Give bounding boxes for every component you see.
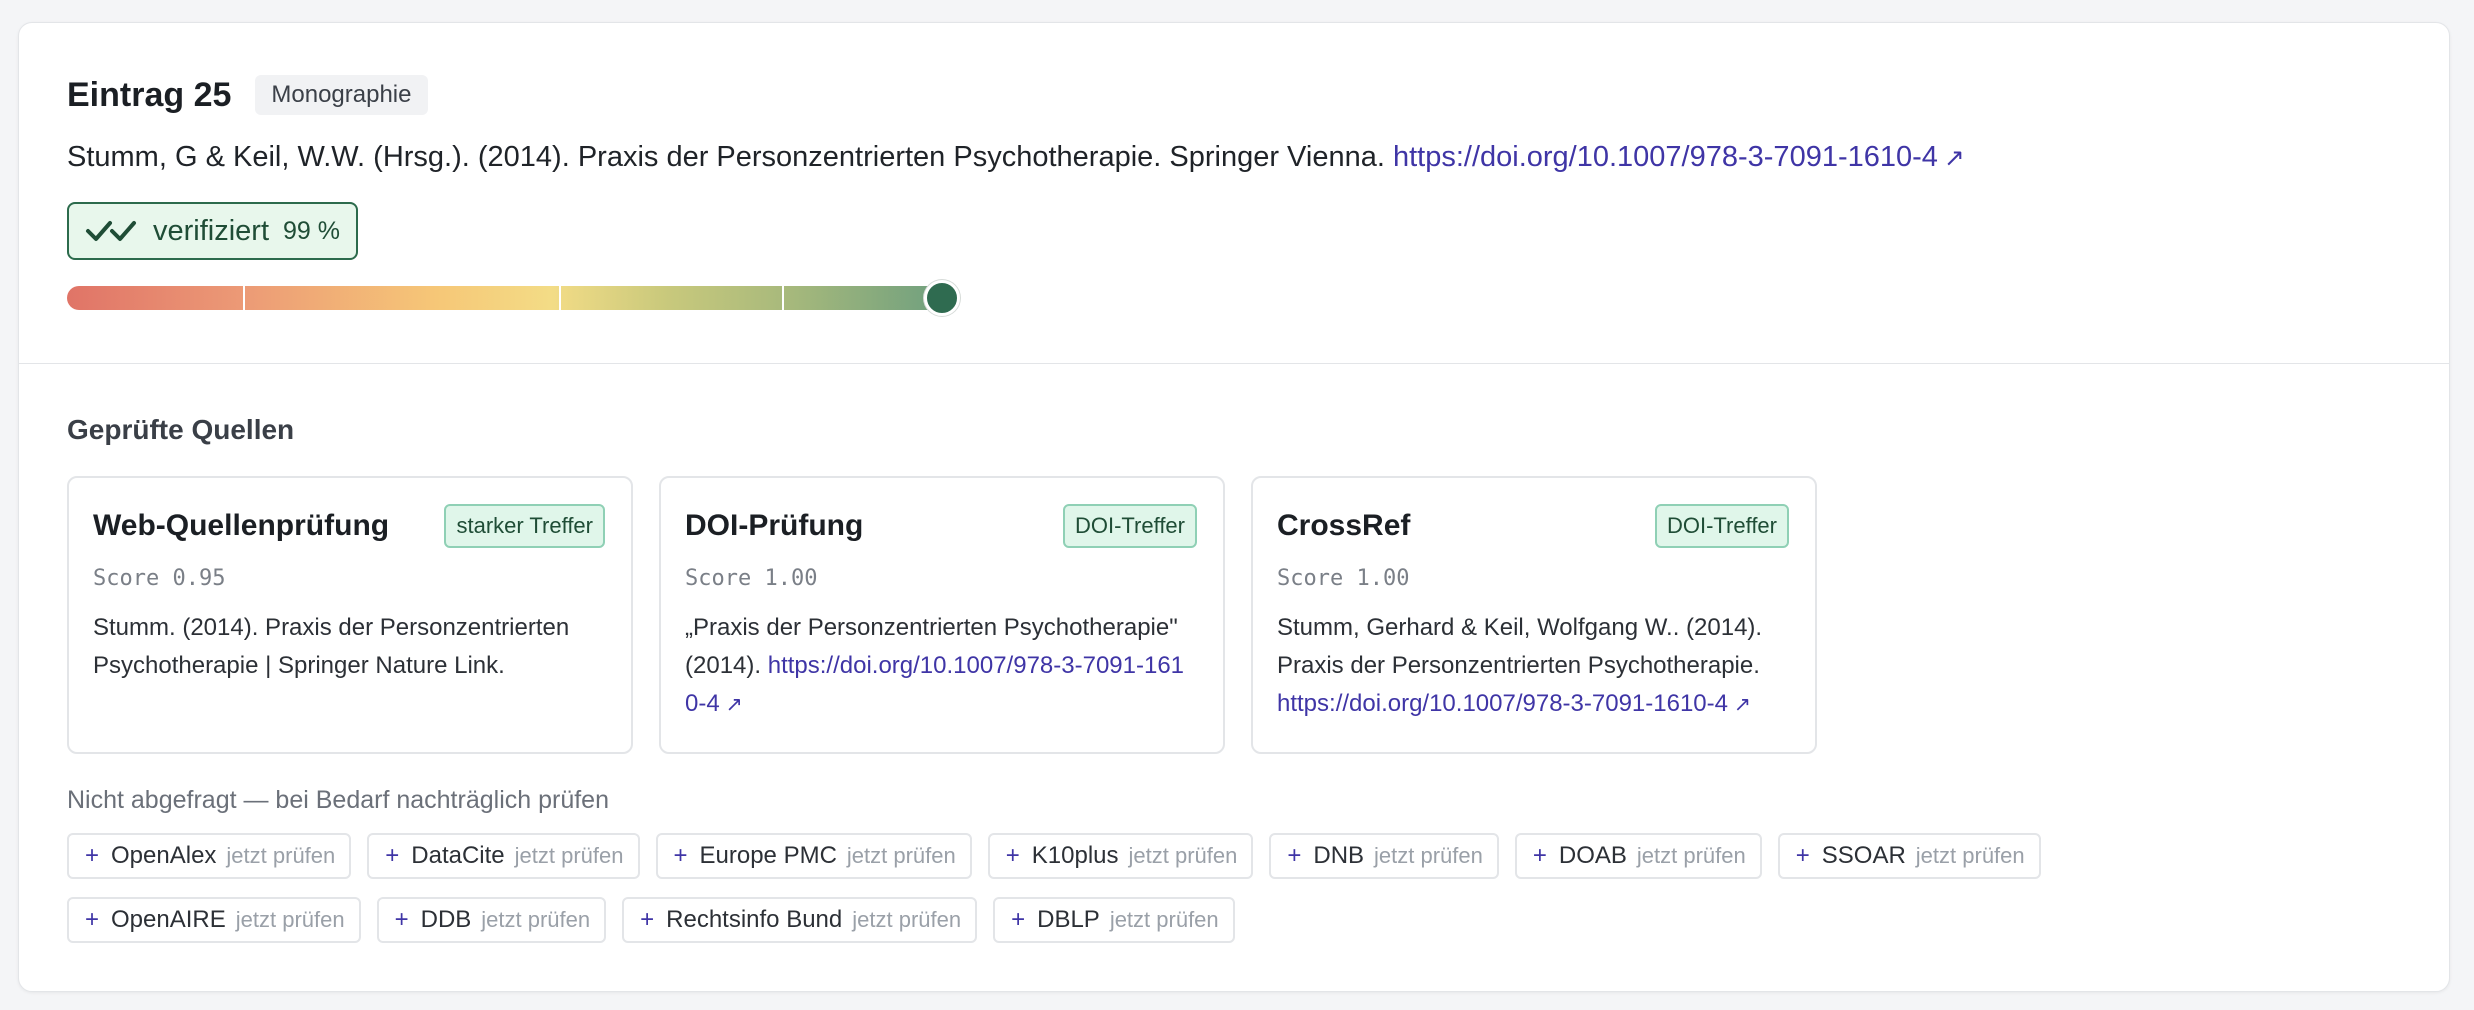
verification-label: verifiziert <box>153 214 270 247</box>
verification-score: 99 % <box>283 216 340 245</box>
arrow-up-right-icon: ↗ <box>725 694 743 716</box>
sources-section-title: Geprüfte Quellen <box>67 414 295 445</box>
chip-action-label: jetzt prüfen <box>481 907 591 932</box>
match-badge: DOI-Treffer <box>1654 504 1789 548</box>
check-source-chip-datacite[interactable]: + DataCite jetzt prüfen <box>367 833 640 879</box>
confidence-bar-divider <box>559 286 561 310</box>
match-badge: DOI-Treffer <box>1062 504 1197 548</box>
source-text: „Praxis der Personzentrierten Psychother… <box>685 609 1197 724</box>
source-doi-link-text: https://doi.org/10.1007/978-3-7091-1610-… <box>1277 690 1728 717</box>
plus-icon: + <box>85 842 100 869</box>
chip-action-label: jetzt prüfen <box>514 843 624 868</box>
chip-source-name: SSOAR <box>1821 842 1906 869</box>
chip-action-label: jetzt prüfen <box>1374 843 1483 868</box>
entry-card: Eintrag 25 Monographie Stumm, G & Keil, … <box>18 22 2450 992</box>
chip-action-label: jetzt prüfen <box>852 907 962 932</box>
source-card-web: Web-Quellenprüfung starker Treffer Score… <box>67 476 633 754</box>
not-queried-chips: + OpenAlex jetzt prüfen + DataCite jetzt prüf… <box>67 833 2167 943</box>
chip-source-name: DDB <box>420 906 472 933</box>
match-badge: starker Treffer <box>444 504 605 548</box>
plus-icon: + <box>394 906 409 933</box>
verification-status-badge: verifiziert 99 % <box>67 202 358 260</box>
chip-action-label: jetzt prüfen <box>1915 843 2025 868</box>
chip-source-name: DBLP <box>1037 906 1100 933</box>
source-card-title: Web-Quellenprüfung <box>93 509 390 542</box>
confidence-bar-track <box>67 286 947 310</box>
chip-action-label: jetzt prüfen <box>1636 843 1746 868</box>
source-text-body: Stumm, Gerhard & Keil, Wolfgang W.. (201… <box>1277 614 1763 679</box>
plus-icon: + <box>85 906 100 933</box>
chip-action-label: jetzt prüfen <box>235 907 345 932</box>
source-text: Stumm. (2014). Praxis der Personzentrier… <box>93 609 605 685</box>
source-text-body: Stumm. (2014). Praxis der Personzentrier… <box>93 614 570 679</box>
check-source-chip-dnb[interactable]: + DNB jetzt prüfen <box>1269 833 1499 879</box>
confidence-bar-knob <box>924 280 961 316</box>
chip-action-label: jetzt prüfen <box>846 843 956 868</box>
entry-header: Eintrag 25 Monographie Stumm, G & Keil, … <box>19 23 2449 363</box>
arrow-up-right-icon: ↗ <box>1943 145 1965 172</box>
source-card-title: DOI-Prüfung <box>685 509 864 542</box>
chip-source-name: OpenAlex <box>111 842 217 869</box>
chip-action-label: jetzt prüfen <box>1128 843 1238 868</box>
chip-action-label: jetzt prüfen <box>226 843 336 868</box>
type-badge: Monographie <box>255 75 428 115</box>
chip-source-name: DNB <box>1313 842 1365 869</box>
check-source-chip-dblp[interactable]: + DBLP jetzt prüfen <box>993 897 1235 943</box>
check-source-chip-doab[interactable]: + DOAB jetzt prüfen <box>1514 833 1762 879</box>
citation: Stumm, G & Keil, W.W. (Hrsg.). (2014). P… <box>67 141 2401 174</box>
check-source-chip-k10plus[interactable]: + K10plus jetzt prüfen <box>987 833 1254 879</box>
plus-icon: + <box>673 842 688 869</box>
sources-area: Geprüfte Quellen Web-Quellenprüfung star… <box>19 364 2449 943</box>
chip-source-name: Rechtsinfo Bund <box>666 906 843 933</box>
source-card-doi: DOI-Prüfung DOI-Treffer Score 1.00 „Prax… <box>659 476 1225 754</box>
chip-source-name: Europe PMC <box>699 842 837 869</box>
source-score: Score 1.00 <box>685 566 818 591</box>
source-score: Score 0.95 <box>93 566 226 591</box>
title-row: Eintrag 25 Monographie <box>67 75 2401 115</box>
citation-doi-link-text: https://doi.org/10.1007/978-3-7091-1610-… <box>1392 141 1938 173</box>
chip-source-name: OpenAIRE <box>111 906 226 933</box>
chip-source-name: K10plus <box>1031 842 1119 869</box>
chip-source-name: DOAB <box>1558 842 1627 869</box>
check-source-chip-openalex[interactable]: + OpenAlex jetzt prüfen <box>67 833 352 879</box>
source-score: Score 1.00 <box>1277 566 1410 591</box>
source-card-header: CrossRef DOI-Treffer <box>1277 504 1789 548</box>
check-source-chip-europe-pmc[interactable]: + Europe PMC jetzt prüfen <box>655 833 972 879</box>
citation-doi-link[interactable]: https://doi.org/10.1007/978-3-7091-1610-… <box>1393 141 1965 173</box>
plus-icon: + <box>1532 842 1547 869</box>
chip-action-label: jetzt prüfen <box>1109 907 1219 932</box>
check-source-chip-rechtsinfo-bund[interactable]: + Rechtsinfo Bund jetzt prüfen <box>622 897 978 943</box>
citation-text: Stumm, G & Keil, W.W. (Hrsg.). (2014). P… <box>67 141 1385 173</box>
source-card-crossref: CrossRef DOI-Treffer Score 1.00 Stumm, G… <box>1251 476 1817 754</box>
confidence-bar <box>67 274 967 316</box>
double-check-icon <box>85 218 139 244</box>
confidence-bar-divider <box>243 286 245 310</box>
entry-title: Eintrag 25 <box>67 75 232 114</box>
plus-icon: + <box>1005 842 1020 869</box>
source-card-title: CrossRef <box>1277 509 1411 542</box>
plus-icon: + <box>385 842 400 869</box>
plus-icon: + <box>1287 842 1302 869</box>
arrow-up-right-icon: ↗ <box>1734 694 1752 716</box>
check-source-chip-ddb[interactable]: + DDB jetzt prüfen <box>376 897 607 943</box>
confidence-bar-divider <box>782 286 784 310</box>
chip-source-name: DataCite <box>411 842 505 869</box>
source-cards: Web-Quellenprüfung starker Treffer Score… <box>67 476 2401 754</box>
check-source-chip-openaire[interactable]: + OpenAIRE jetzt prüfen <box>67 897 361 943</box>
source-card-header: Web-Quellenprüfung starker Treffer <box>93 504 605 548</box>
plus-icon: + <box>1011 906 1026 933</box>
plus-icon: + <box>1795 842 1810 869</box>
source-text: Stumm, Gerhard & Keil, Wolfgang W.. (201… <box>1277 609 1789 724</box>
check-source-chip-ssoar[interactable]: + SSOAR jetzt prüfen <box>1777 833 2041 879</box>
source-card-header: DOI-Prüfung DOI-Treffer <box>685 504 1197 548</box>
plus-icon: + <box>640 906 655 933</box>
source-doi-link[interactable]: https://doi.org/10.1007/978-3-7091-1610-… <box>1277 690 1751 717</box>
not-queried-title: Nicht abgefragt — bei Bedarf nachträglic… <box>67 786 609 814</box>
